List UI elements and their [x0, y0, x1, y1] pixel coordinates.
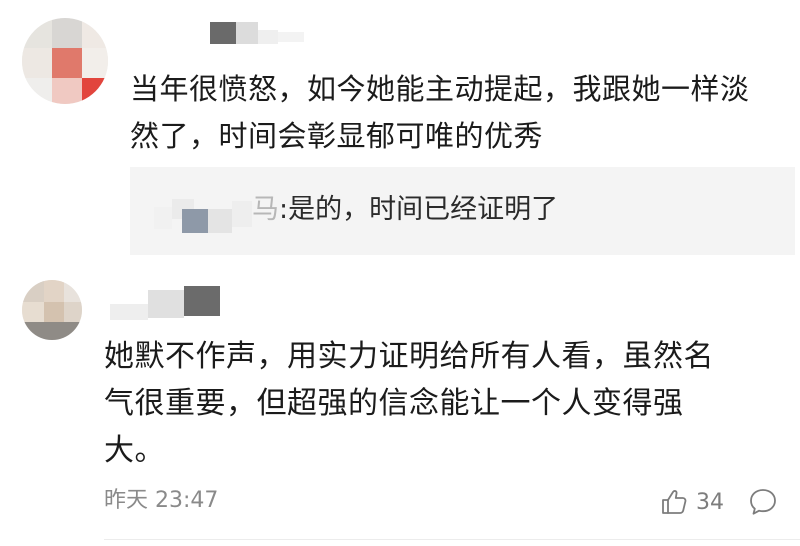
reply-box[interactable]: 马:是的，时间已经证明了: [130, 167, 795, 255]
avatar-mosaic-block: [82, 78, 108, 104]
avatar-mosaic-block: [44, 280, 64, 302]
username-redacted[interactable]: [110, 282, 230, 322]
thumbs-up-icon: [662, 490, 687, 514]
avatar-mosaic-block: [52, 48, 82, 78]
avatar-mosaic-block: [22, 48, 52, 78]
redacted-mosaic-block: [258, 30, 278, 44]
redacted-mosaic-block: [182, 209, 208, 233]
avatar-mosaic-block: [64, 280, 82, 302]
redacted-mosaic-block: [208, 209, 232, 233]
redacted-mosaic-block: [148, 290, 184, 318]
redacted-mosaic-block: [154, 207, 172, 229]
reply-text: 马:是的，时间已经证明了: [252, 191, 558, 229]
reply-button[interactable]: [747, 486, 779, 518]
avatar-mosaic-block: [52, 78, 82, 104]
redacted-mosaic-block: [232, 201, 252, 227]
comment-text-line: 气很重要，但超强的信念能让一个人变得强: [104, 386, 684, 421]
avatar-mosaic-block: [22, 78, 52, 104]
like-button[interactable]: 34: [660, 484, 724, 520]
redacted-mosaic-block: [278, 32, 304, 42]
reply-username-suffix: 马: [252, 194, 279, 225]
redacted-mosaic-block: [184, 286, 220, 316]
avatar-mosaic-block: [22, 280, 44, 302]
comment-text: 她默不作声，用实力证明给所有人看，虽然名 气很重要，但超强的信念能让一个人变得强…: [104, 333, 774, 474]
comment-timestamp: 昨天 23:47: [104, 488, 219, 513]
redacted-mosaic-block: [110, 304, 148, 320]
comment-text-line: 然了，时间会彰显郁可唯的优秀: [130, 119, 544, 153]
comment-text-line: 当年很愤怒，如今她能主动提起，我跟她一样淡: [130, 72, 750, 106]
username-redacted[interactable]: [196, 18, 316, 54]
avatar-mosaic-block: [22, 322, 82, 340]
avatar[interactable]: [22, 280, 82, 340]
divider: [104, 539, 800, 540]
avatar[interactable]: [22, 18, 108, 104]
comment-bubble-icon: [750, 489, 776, 515]
redacted-mosaic-block: [236, 22, 258, 44]
avatar-mosaic-block: [52, 18, 82, 48]
avatar-mosaic-block: [82, 48, 108, 78]
comment-text: 当年很愤怒，如今她能主动提起，我跟她一样淡 然了，时间会彰显郁可唯的优秀: [130, 66, 780, 160]
avatar-mosaic-block: [82, 18, 108, 48]
avatar-mosaic-block: [44, 302, 64, 322]
avatar-mosaic-block: [22, 18, 52, 48]
avatar-mosaic-block: [22, 302, 44, 322]
redacted-mosaic-block: [210, 22, 236, 44]
comment-text-line: 大。: [104, 433, 165, 468]
reply-content: :是的，时间已经证明了: [279, 194, 559, 225]
comment-text-line: 她默不作声，用实力证明给所有人看，虽然名: [104, 339, 714, 374]
avatar-mosaic-block: [64, 302, 82, 322]
like-count: 34: [696, 489, 724, 515]
